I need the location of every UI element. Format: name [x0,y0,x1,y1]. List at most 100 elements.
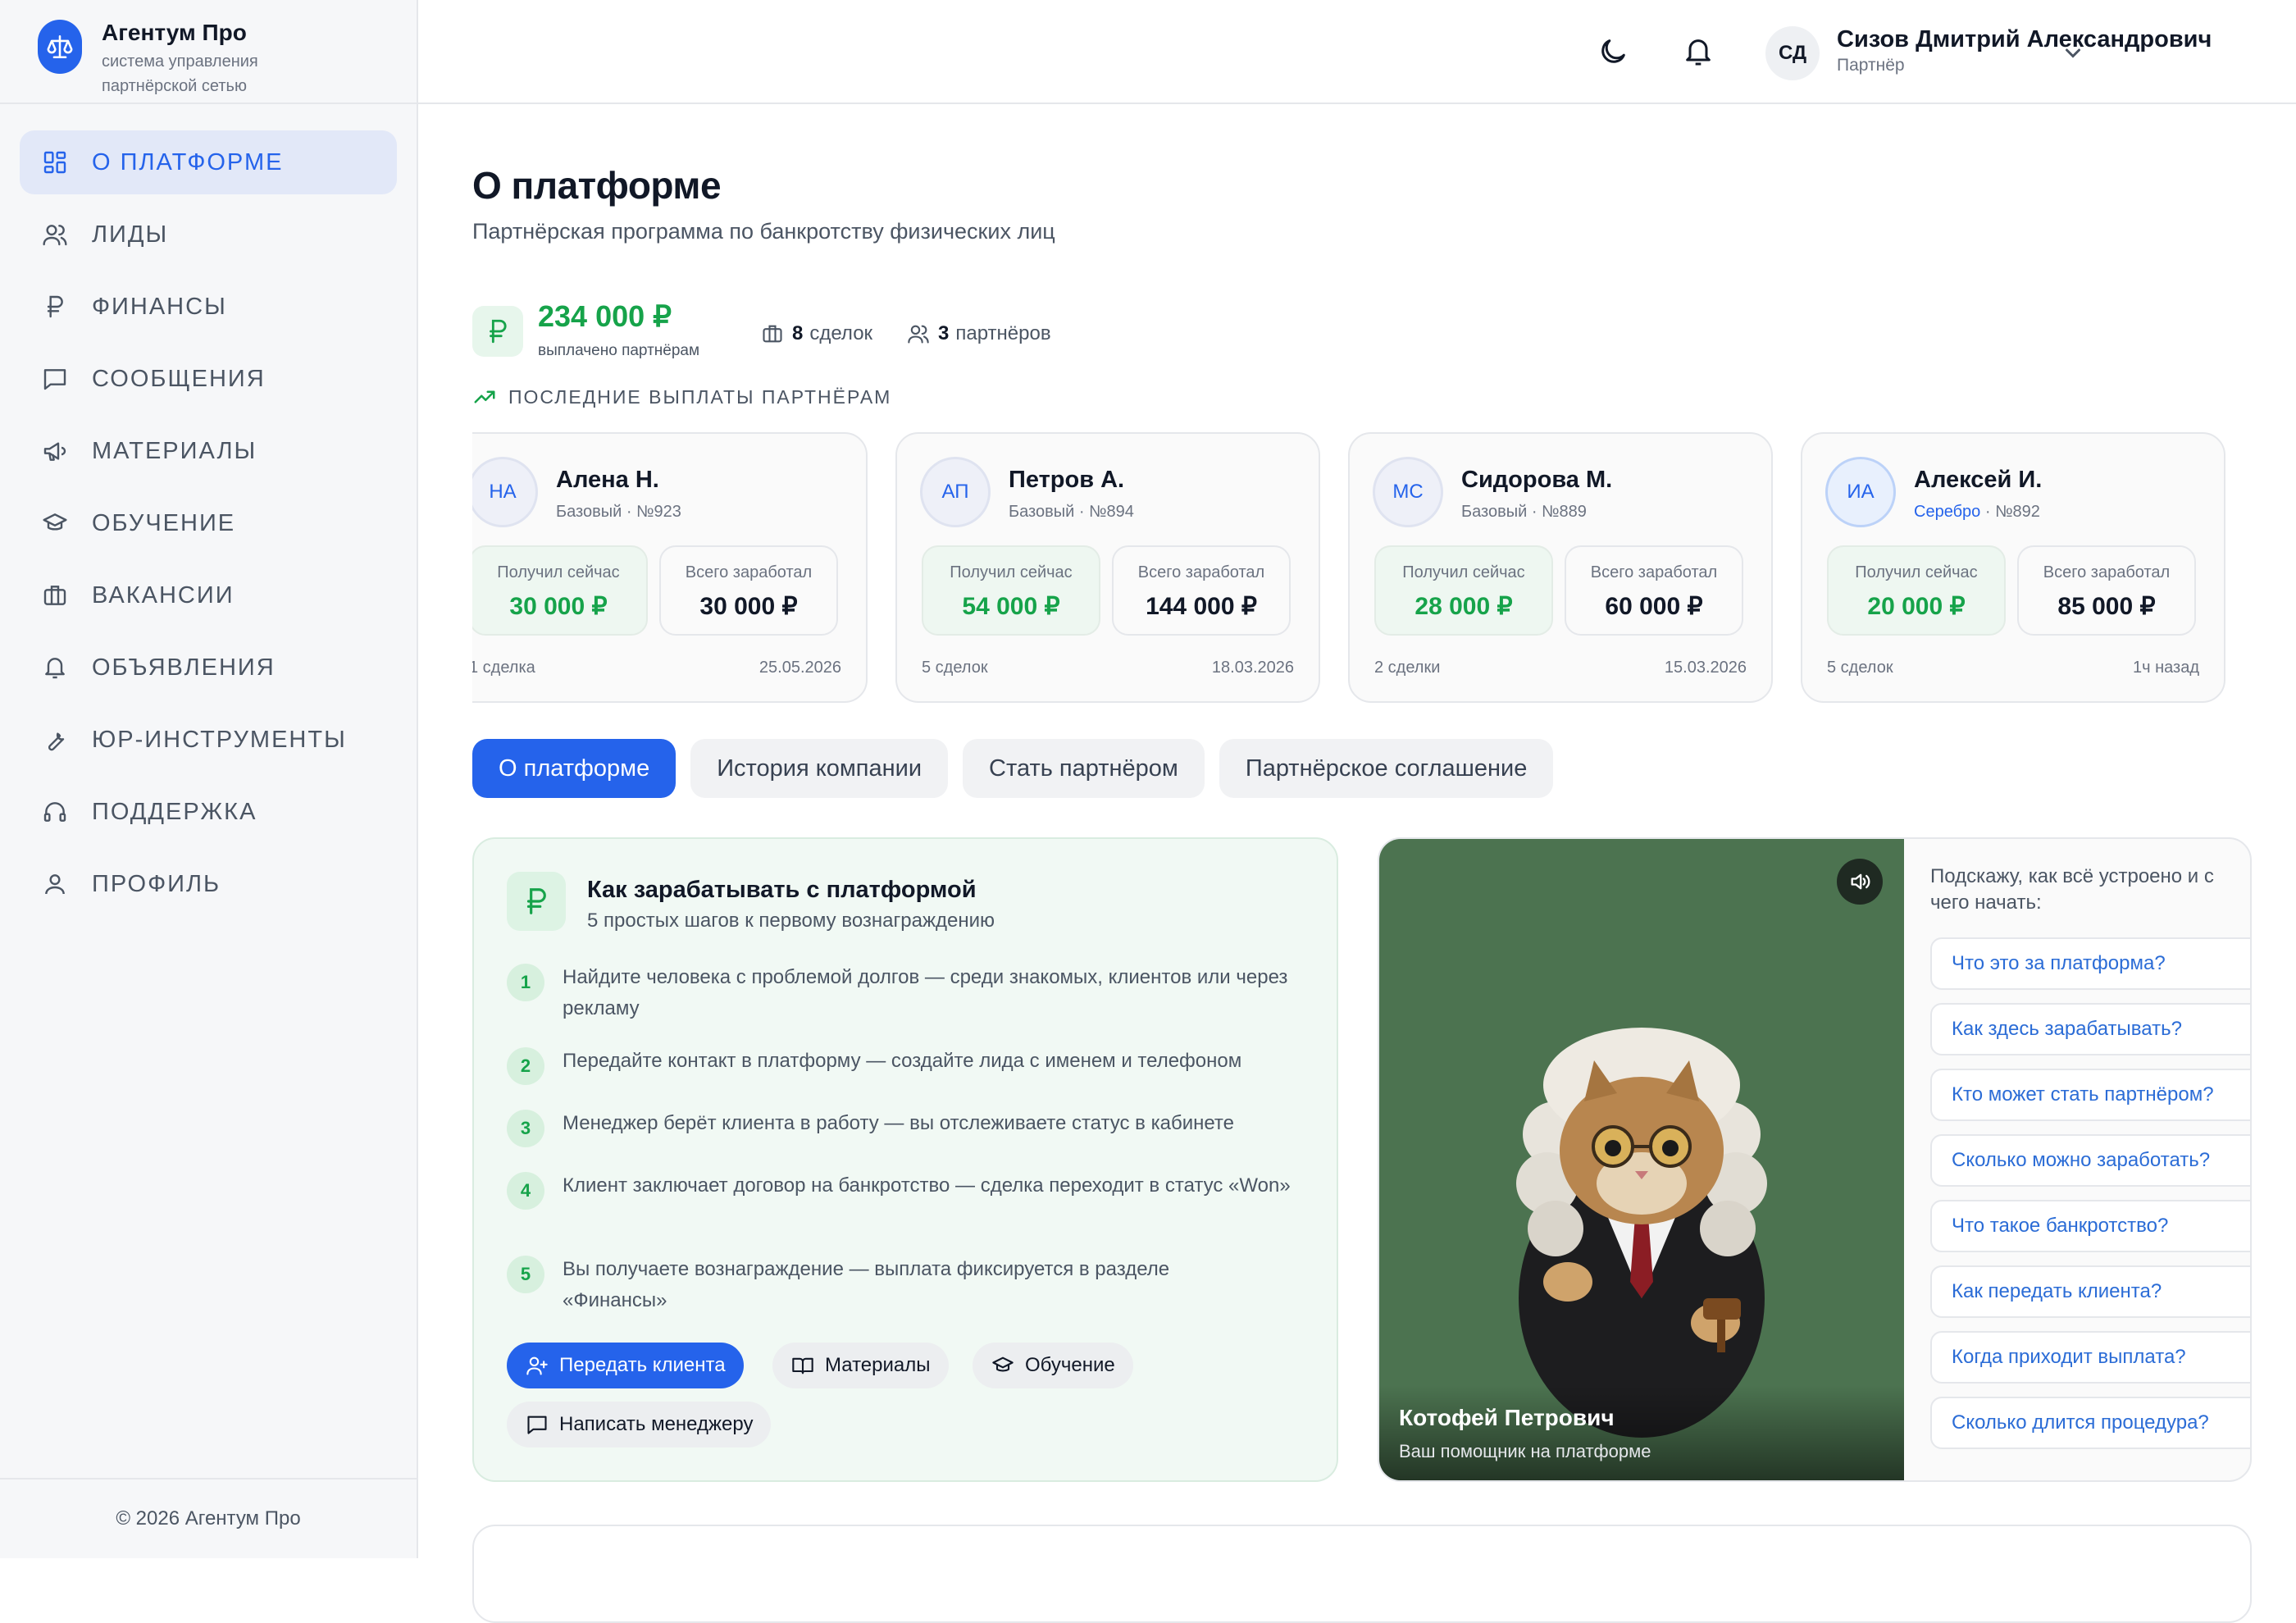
received-now-box: Получил сейчас 28 000 ₽ [1374,545,1553,636]
payout-card[interactable]: МС Сидорова М. Базовый · №889 Получил се… [1348,432,1773,703]
step-number: 3 [507,1110,544,1147]
question-button[interactable]: Что это за платформа? [1930,937,2250,990]
sidebar-item-label: ОБЪЯВЛЕНИЯ [92,654,276,681]
sidebar-item-support[interactable]: ПОДДЕРЖКА [20,780,397,844]
question-button[interactable]: Как здесь зарабатывать? [1930,1003,2250,1055]
question-button[interactable]: Когда приходит выплата? [1930,1331,2250,1384]
received-now-label: Получил сейчас [1855,563,1978,581]
grid-icon [39,147,71,178]
question-button[interactable]: Сколько длится процедура? [1930,1397,2250,1449]
partner-tier: Базовый [1009,503,1075,521]
partner-name: Петров А. [1009,467,1125,493]
deals-count: 5 сделок [922,659,988,677]
total-earned-label: Всего заработал [1590,563,1718,581]
partners-count: 3 [938,322,950,344]
button-label: Передать клиента [559,1354,726,1376]
payout-card[interactable]: АП Петров А. Базовый · №894 Получил сейч… [895,432,1320,703]
partner-meta: Базовый · №894 [1009,503,1134,521]
question-button[interactable]: Кто может стать партнёром? [1930,1069,2250,1121]
video-caption-shade [1379,1385,1904,1480]
sidebar-item-label: ЛИДЫ [92,221,169,248]
partners-label: партнёров [955,322,1051,344]
step-text: Менеджер берёт клиента в работу — вы отс… [563,1112,1234,1134]
sidebar-item-label: ЮР-ИНСТРУМЕНТЫ [92,726,347,753]
notifications-bell-icon[interactable] [1679,33,1717,71]
earn-panel: Как зарабатывать с платформой 5 простых … [472,837,1338,1482]
ruble-badge-icon [472,306,523,357]
assistant-video[interactable]: Котофей Петрович Ваш помощник на платфор… [1379,839,1904,1480]
sidebar-item-label: СООБЩЕНИЯ [92,365,266,392]
partner-number: №923 [636,503,681,521]
sidebar-item-materials[interactable]: МАТЕРИАЛЫ [20,419,397,483]
brand[interactable]: Агентум Про система управления партнёрск… [0,0,417,104]
sidebar-item-label: О ПЛАТФОРМЕ [92,148,284,176]
deals-label: сделок [809,322,873,344]
received-now-value: 30 000 ₽ [509,593,608,620]
main-content: О платформе Партнёрская программа по бан… [418,104,2296,1623]
sidebar-item-finance[interactable]: ФИНАНСЫ [20,275,397,339]
sidebar-item-leads[interactable]: ЛИДЫ [20,203,397,267]
ruble-icon [507,872,566,931]
payout-card[interactable]: НА Алена Н. Базовый · №923 Получил сейча… [472,432,868,703]
refer-client-button[interactable]: Передать клиента [507,1343,744,1388]
graduation-cap-icon [991,1353,1015,1378]
total-earned-label: Всего заработал [2043,563,2171,581]
partner-tier: Серебро [1914,503,1981,521]
partner-number: №889 [1542,503,1587,521]
bottom-card [472,1525,2252,1623]
materials-button[interactable]: Материалы [772,1343,949,1388]
theme-toggle-moon-icon[interactable] [1594,33,1632,71]
sidebar-item-legal-tools[interactable]: ЮР-ИНСТРУМЕНТЫ [20,708,397,772]
earn-step: 5 Вы получаете вознаграждение — выплата … [507,1256,1310,1316]
partner-avatar: МС [1373,457,1443,527]
step-number: 5 [507,1256,544,1293]
sidebar-nav: О ПЛАТФОРМЕ ЛИДЫ ФИНАНСЫ СООБЩЕНИЯ МАТЕР… [0,104,417,916]
sidebar-item-label: ОБУЧЕНИЕ [92,509,236,536]
step-number: 4 [507,1172,544,1210]
payouts-carousel[interactable]: НА Алена Н. Базовый · №923 Получил сейча… [472,424,2252,703]
partner-meta: Базовый · №923 [556,503,681,521]
button-label: Материалы [825,1354,931,1376]
tab-about[interactable]: О платформе [472,739,676,798]
button-label: Написать менеджеру [559,1413,754,1435]
deals-count: 5 сделок [1827,659,1893,677]
scales-logo-icon [38,20,82,74]
content-tabs: О платформе История компании Стать партн… [472,739,1568,798]
user-name[interactable]: Сизов Дмитрий Александрович [1837,26,2212,53]
briefcase-icon [761,322,784,345]
sidebar-item-label: ПРОФИЛЬ [92,870,221,897]
write-manager-button[interactable]: Написать менеджеру [507,1402,772,1447]
bell-icon [39,652,71,683]
sidebar-item-messages[interactable]: СООБЩЕНИЯ [20,347,397,411]
training-button[interactable]: Обучение [973,1343,1133,1388]
total-earned-box: Всего заработал 85 000 ₽ [2017,545,2196,636]
question-button[interactable]: Сколько можно заработать? [1930,1134,2250,1187]
book-open-icon [790,1353,815,1378]
partner-number: №892 [1995,503,2040,521]
payout-card[interactable]: ИА Алексей И. Серебро · №892 Получил сей… [1801,432,2225,703]
graduation-cap-icon [39,508,71,539]
sidebar-item-training[interactable]: ОБУЧЕНИЕ [20,491,397,555]
sidebar-item-about[interactable]: О ПЛАТФОРМЕ [20,130,397,194]
chevron-down-icon[interactable] [2058,38,2088,67]
received-now-value: 28 000 ₽ [1414,593,1513,620]
payout-date: 1ч назад [2132,659,2199,677]
step-text: Найдите человека с проблемой долгов — ср… [563,966,1288,1019]
question-button[interactable]: Как передать клиента? [1930,1265,2250,1318]
sidebar-item-label: ВАКАНСИИ [92,581,235,609]
tab-become-partner[interactable]: Стать партнёром [963,739,1205,798]
partner-tier: Базовый [556,503,622,521]
user-avatar[interactable]: СД [1765,26,1820,80]
total-earned-label: Всего заработал [1137,563,1265,581]
volume-icon[interactable] [1837,859,1883,905]
sidebar-item-announcements[interactable]: ОБЪЯВЛЕНИЯ [20,636,397,700]
sidebar-item-vacancies[interactable]: ВАКАНСИИ [20,563,397,627]
tab-agreement[interactable]: Партнёрское соглашение [1219,739,1554,798]
paid-amount: 234 000 ₽ [538,299,672,333]
question-button[interactable]: Что такое банкротство? [1930,1200,2250,1252]
tab-history[interactable]: История компании [690,739,949,798]
partner-name: Сидорова М. [1461,467,1613,493]
trending-up-icon [472,385,497,409]
sidebar-item-profile[interactable]: ПРОФИЛЬ [20,852,397,916]
total-earned-box: Всего заработал 60 000 ₽ [1565,545,1743,636]
